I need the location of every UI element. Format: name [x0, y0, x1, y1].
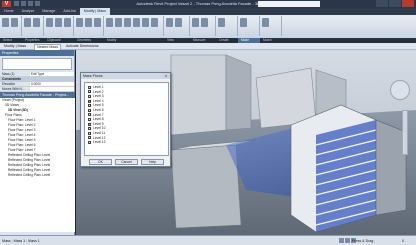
window-controls — [376, 0, 414, 7]
clipboard-group — [44, 16, 74, 36]
tab-modify-mass[interactable]: Modify | Mass — [79, 8, 110, 15]
window-title: Autodesk Revit Project Vasari 2 - Thomas… — [136, 1, 280, 6]
status-bar: Mass : Mass 1 : Mass 1 Press & Drag 0 — [0, 235, 416, 245]
checkbox[interactable] — [88, 127, 92, 132]
create-group — [216, 16, 238, 36]
edit-in-place-icon[interactable] — [240, 18, 247, 27]
checkbox[interactable] — [88, 141, 92, 145]
tab-add-ins[interactable]: Add-Ins — [59, 8, 79, 15]
tab-analyze[interactable]: Analyze — [18, 8, 39, 15]
close-icon[interactable]: × — [163, 73, 169, 78]
view-group — [164, 16, 190, 36]
mass-floors-dialog: Mass Floors × Level 1 Level 2 Level 3 Le… — [80, 72, 171, 167]
context-building — [170, 54, 227, 136]
checkbox[interactable] — [88, 113, 92, 118]
help-search-input[interactable] — [258, 1, 320, 7]
offset-icon[interactable] — [115, 18, 122, 27]
mirror-icon[interactable] — [124, 18, 131, 27]
properties-group — [22, 16, 44, 36]
elevation-field[interactable]: 0.0000 — [30, 82, 74, 86]
press-drag-toggle[interactable]: Press & Drag — [350, 236, 373, 245]
checkbox[interactable] — [88, 99, 92, 104]
copy-icon[interactable] — [64, 18, 71, 27]
context-building — [225, 54, 252, 131]
hide-icon[interactable] — [166, 18, 173, 27]
close-window-button[interactable] — [402, 0, 414, 7]
type-properties-icon[interactable] — [33, 18, 40, 27]
checkbox[interactable] — [88, 136, 92, 141]
navigation-bar[interactable] — [402, 110, 408, 155]
checkbox[interactable] — [88, 104, 92, 109]
cut-geometry-icon[interactable] — [85, 18, 92, 27]
modify-group — [104, 16, 164, 36]
tab-home[interactable]: Home — [0, 8, 18, 15]
move-icon[interactable] — [133, 18, 140, 27]
moves-with-checkbox[interactable] — [30, 87, 74, 91]
edit-type-button[interactable]: Edit Type — [30, 72, 74, 76]
dialog-title-text: Mass Floors — [83, 74, 103, 78]
checkbox[interactable] — [88, 86, 92, 90]
tab-manage[interactable]: Manage — [38, 8, 59, 15]
modify-mass-label: Modify | Mass — [4, 44, 27, 48]
ribbon-tabs: Home Analyze Manage Add-Ins Modify | Mas… — [0, 8, 416, 15]
elevation-label: Elevation — [2, 82, 16, 86]
level-row[interactable]: Level 13 — [88, 140, 165, 145]
help-button[interactable]: Help — [141, 159, 164, 165]
minimize-button[interactable] — [376, 0, 388, 7]
properties-icon[interactable] — [24, 18, 31, 27]
ribbon-panel — [0, 15, 416, 38]
status-text: Mass : Mass 1 : Mass 1 — [2, 239, 40, 243]
dimension-icon[interactable] — [201, 18, 208, 27]
checkbox[interactable] — [88, 122, 92, 127]
viewcube-icon[interactable] — [390, 80, 410, 100]
align-icon[interactable] — [106, 18, 113, 27]
checkbox[interactable] — [88, 90, 92, 95]
override-icon[interactable] — [175, 18, 182, 27]
select-tool-icon[interactable] — [11, 18, 18, 27]
checkbox[interactable] — [88, 95, 92, 99]
selection-count: 0 — [402, 239, 404, 243]
copy-element-icon[interactable] — [142, 18, 149, 27]
context-building — [170, 144, 242, 229]
moves-with-label: Moves With N... — [2, 87, 25, 91]
activate-dimensions-button[interactable]: Activate Dimensions — [64, 44, 101, 49]
ok-button[interactable]: OK — [89, 159, 112, 165]
worksets-icon[interactable] — [339, 238, 344, 243]
checkbox[interactable] — [88, 132, 92, 136]
modify-tool-icon[interactable] — [2, 18, 9, 27]
paste-icon[interactable] — [46, 18, 53, 27]
split-face-icon[interactable] — [94, 18, 101, 27]
cancel-button[interactable]: Cancel — [115, 159, 138, 165]
checkbox[interactable] — [88, 118, 92, 122]
project-browser: Thomas Pong Avodella Facade - Project...… — [0, 92, 75, 232]
cut-icon[interactable] — [55, 18, 62, 27]
level-label: Level 13 — [93, 140, 106, 145]
select-group — [0, 16, 22, 36]
properties-panel: Properties Mass (1) Edit Type Constraints… — [0, 50, 75, 235]
mode-group — [238, 16, 260, 36]
model-group — [260, 16, 282, 36]
measure-icon[interactable] — [192, 18, 199, 27]
rotate-icon[interactable] — [151, 18, 158, 27]
checkbox[interactable] — [88, 109, 92, 113]
type-selector[interactable] — [2, 58, 72, 70]
browser-item[interactable]: Reflected Ceiling Plan: Level — [0, 173, 75, 178]
join-icon[interactable] — [76, 18, 83, 27]
dialog-title: Mass Floors × — [81, 73, 170, 79]
geometry-group — [74, 16, 104, 36]
type-name: Mass (1) — [2, 72, 15, 76]
properties-title: Properties — [0, 50, 74, 56]
title-bar: V Autodesk Revit Project Vasari 2 - Thom… — [0, 0, 416, 8]
mass-floors-icon[interactable] — [262, 18, 269, 27]
create-similar-icon[interactable] — [218, 18, 225, 27]
maximize-button[interactable] — [389, 0, 401, 7]
options-bar: Modify | Mass Nested Mass Activate Dimen… — [0, 43, 416, 51]
measure-group — [190, 16, 216, 36]
levels-list: Level 1 Level 2 Level 3 Level 4 Level 5 … — [84, 82, 169, 156]
